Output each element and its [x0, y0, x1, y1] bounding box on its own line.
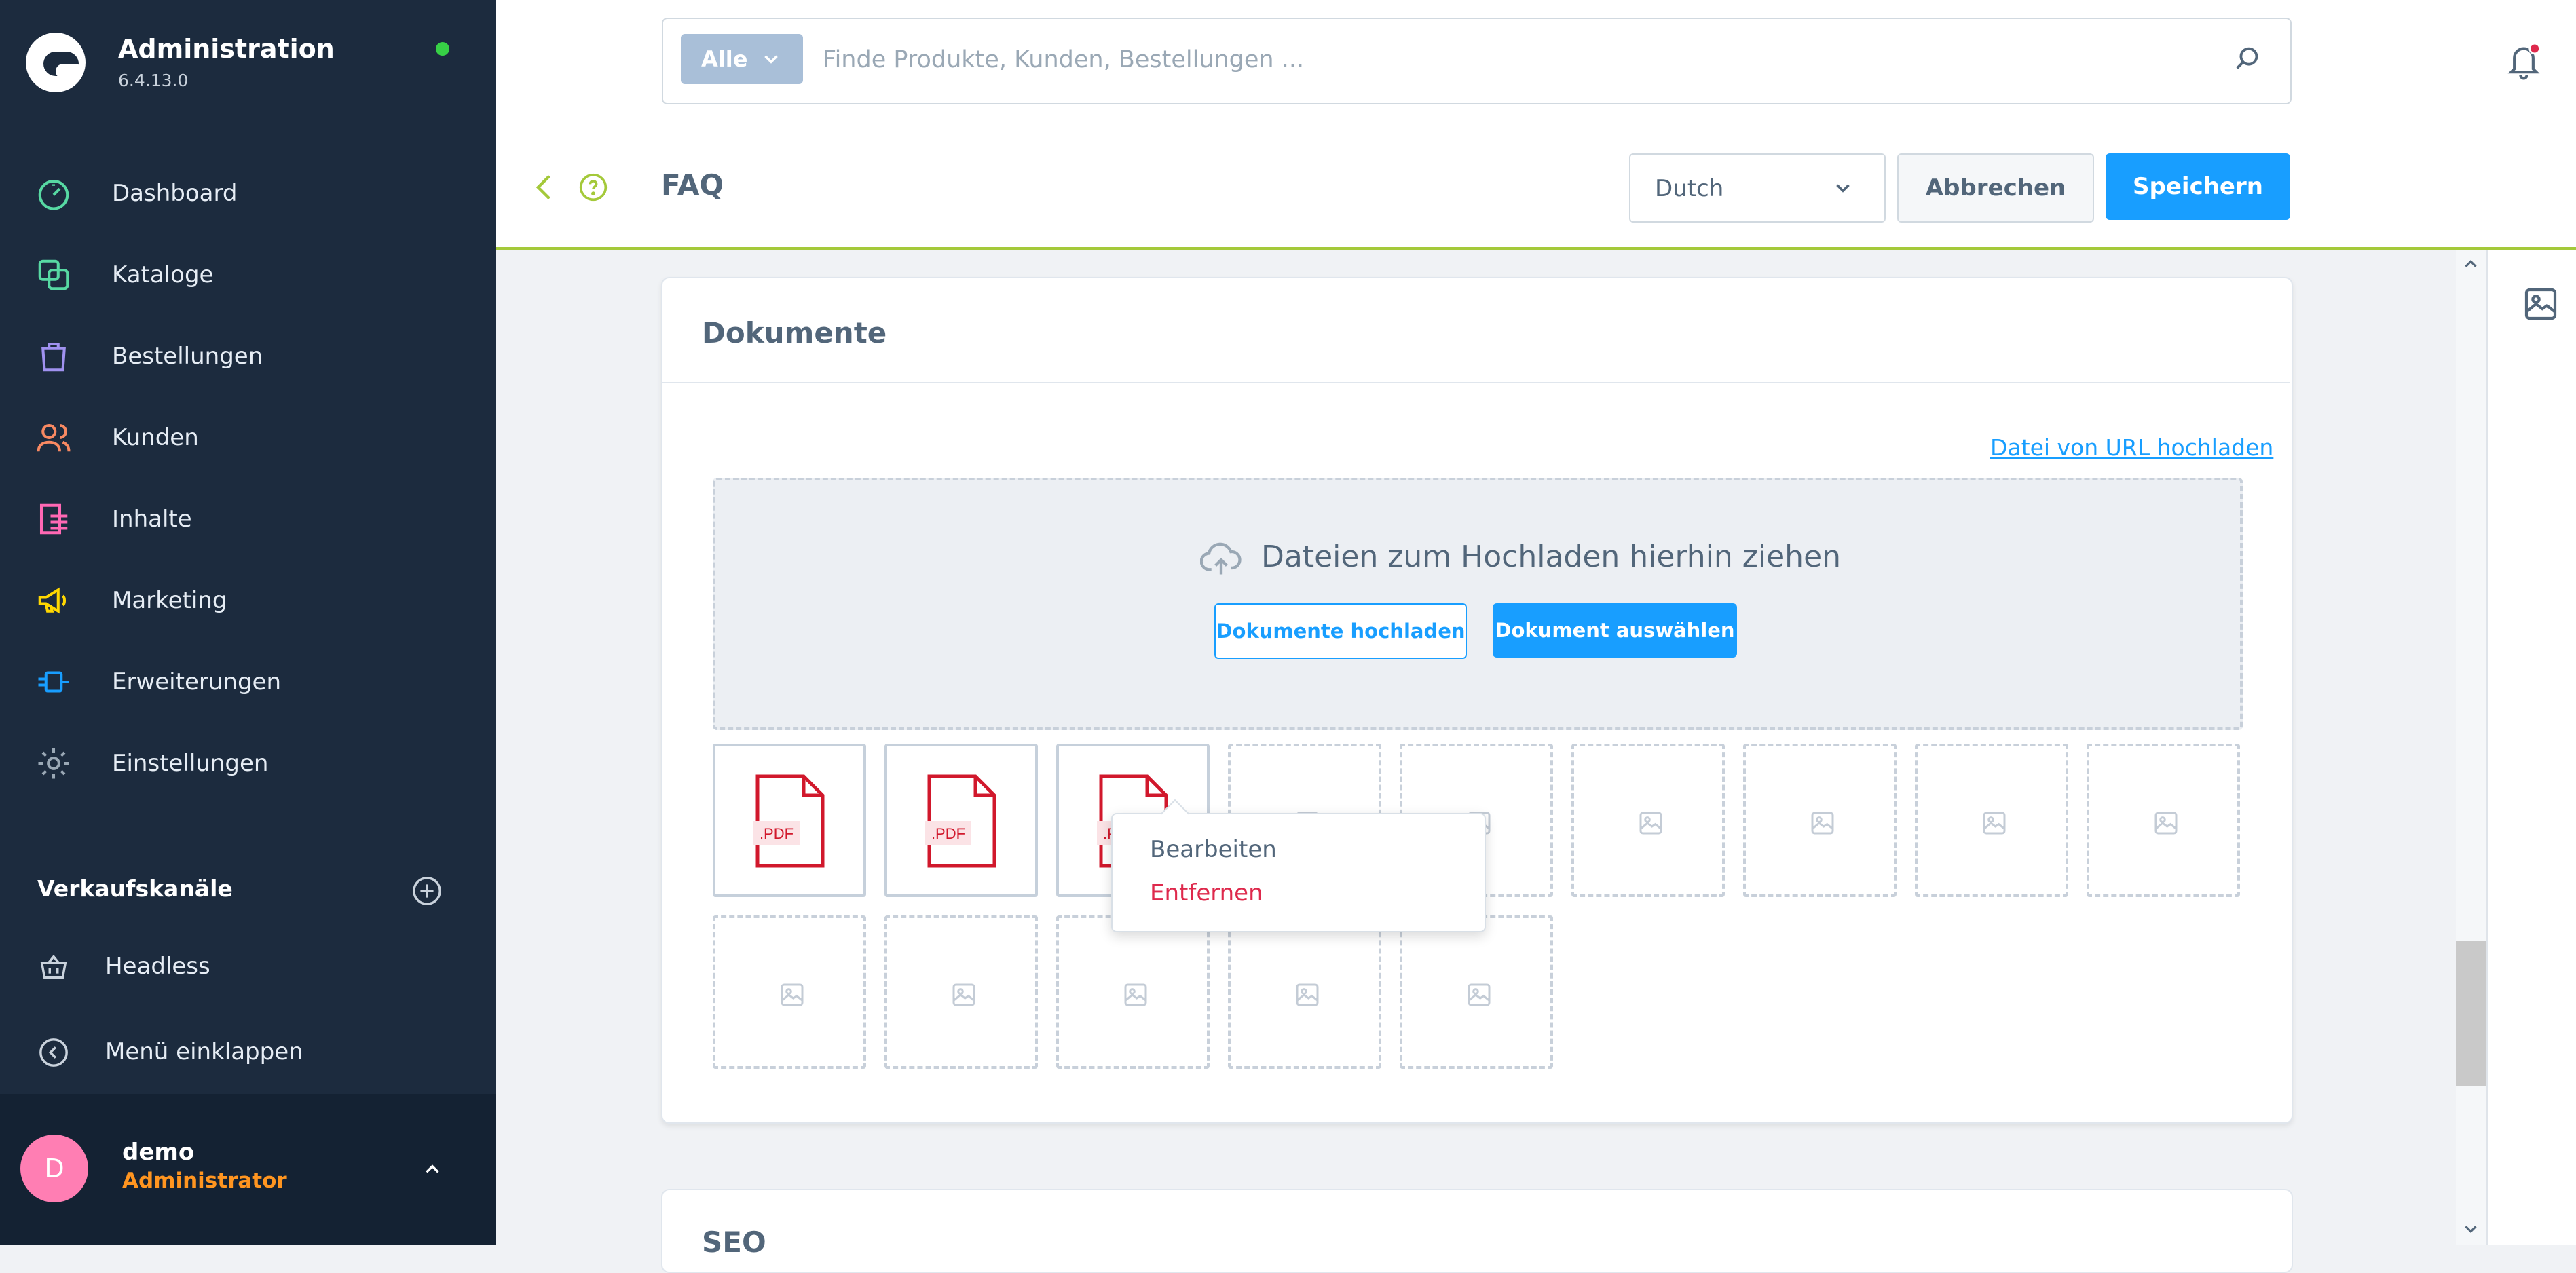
empty-slot: [713, 915, 866, 1069]
help-icon[interactable]: [578, 172, 608, 202]
scroll-down-arrow-icon[interactable]: [2461, 1219, 2481, 1239]
cancel-button[interactable]: Abbrechen: [1897, 153, 2094, 223]
empty-slot: [1915, 744, 2068, 897]
collapse-menu-button[interactable]: Menü einklappen: [0, 1018, 496, 1086]
image-placeholder-icon: [1124, 983, 1147, 1006]
empty-slot: [1571, 744, 1725, 897]
orders-bag-icon: [34, 337, 73, 376]
image-placeholder-icon: [1639, 812, 1662, 835]
extensions-plug-icon: [34, 662, 73, 702]
page-title: FAQ: [661, 168, 724, 202]
online-status-indicator: [436, 42, 449, 56]
image-placeholder-icon: [1983, 812, 2006, 835]
chevron-up-icon[interactable]: [421, 1158, 444, 1181]
image-placeholder-icon: [1468, 983, 1491, 1006]
empty-slot: [1056, 915, 1210, 1069]
empty-slot: [1400, 915, 1553, 1069]
document-thumbnail[interactable]: .PDF: [884, 744, 1038, 897]
chevron-down-icon: [1831, 176, 1854, 200]
back-arrow-icon[interactable]: [533, 172, 556, 202]
pdf-file-icon: .PDF: [753, 774, 825, 868]
sales-channels-title: Verkaufskanäle: [37, 875, 233, 902]
shopware-logo-icon[interactable]: [26, 33, 86, 92]
sidebar-item-extensions[interactable]: Erweiterungen: [0, 645, 496, 719]
collapse-menu-label: Menü einklappen: [105, 1038, 303, 1065]
sidebar-item-label: Inhalte: [112, 506, 192, 533]
upload-from-url-link[interactable]: Datei von URL hochladen: [1990, 434, 2273, 461]
image-placeholder-icon: [781, 983, 804, 1006]
scrollbar[interactable]: [2456, 250, 2486, 1245]
divider: [662, 382, 2290, 383]
empty-slot: [1743, 744, 1897, 897]
document-thumbnail[interactable]: .PDF: [713, 744, 866, 897]
language-select[interactable]: Dutch: [1629, 153, 1886, 223]
search-type-label: Alle: [701, 46, 748, 72]
sidebar-item-label: Bestellungen: [112, 343, 263, 370]
language-select-value: Dutch: [1655, 175, 1724, 202]
content-icon: [34, 499, 73, 539]
basket-icon: [34, 947, 73, 987]
avatar[interactable]: D: [20, 1135, 88, 1202]
collapse-chevron-icon: [34, 1033, 73, 1072]
sidebar-item-dashboard[interactable]: Dashboard: [0, 156, 496, 231]
user-role: Administrator: [122, 1168, 287, 1193]
marketing-megaphone-icon: [34, 581, 73, 620]
settings-gear-icon: [34, 744, 73, 783]
sidebar-item-label: Kataloge: [112, 261, 214, 288]
sidebar-item-label: Marketing: [112, 587, 227, 614]
user-name: demo: [122, 1139, 195, 1166]
search-input[interactable]: [821, 37, 2182, 83]
chevron-down-icon: [760, 48, 783, 71]
sidebar-item-orders[interactable]: Bestellungen: [0, 319, 496, 394]
sidebar-item-customers[interactable]: Kunden: [0, 400, 496, 475]
empty-slot: [2087, 744, 2240, 897]
pdf-file-icon: .PDF: [925, 774, 996, 868]
cloud-upload-icon: [1199, 540, 1242, 580]
context-menu: [1111, 813, 1486, 932]
add-sales-channel-icon[interactable]: [411, 875, 443, 907]
notification-bell-icon[interactable]: [2505, 41, 2543, 81]
image-placeholder-icon: [952, 983, 975, 1006]
context-menu-remove[interactable]: Entfernen: [1150, 879, 1263, 907]
app-title: Administration: [118, 34, 335, 64]
sidebar: Administration 6.4.13.0 Dashboard Katalo…: [0, 0, 496, 1245]
sidebar-item-settings[interactable]: Einstellungen: [0, 726, 496, 801]
scrollbar-thumb[interactable]: [2456, 940, 2486, 1086]
sidebar-item-marketing[interactable]: Marketing: [0, 563, 496, 638]
catalog-icon: [34, 255, 73, 294]
sidebar-item-catalog[interactable]: Kataloge: [0, 238, 496, 312]
sidebar-item-content[interactable]: Inhalte: [0, 482, 496, 556]
pdf-badge: .PDF: [760, 825, 794, 842]
search-type-dropdown[interactable]: Alle: [681, 34, 803, 84]
dropzone-text: Dateien zum Hochladen hierhin ziehen: [1261, 539, 1842, 574]
upload-dropzone[interactable]: [713, 478, 2243, 730]
scroll-up-arrow-icon[interactable]: [2461, 254, 2481, 274]
select-document-button[interactable]: Dokument auswählen: [1493, 603, 1737, 658]
sidebar-item-label: Erweiterungen: [112, 668, 282, 696]
empty-slot: [1228, 915, 1381, 1069]
seo-card: [661, 1189, 2293, 1273]
sales-channel-headless[interactable]: Headless: [0, 932, 496, 1000]
pdf-badge: .PDF: [931, 825, 965, 842]
customers-icon: [34, 418, 73, 457]
search-icon[interactable]: [2232, 43, 2263, 75]
seo-card-title: SEO: [702, 1226, 766, 1259]
sidebar-item-label: Kunden: [112, 424, 199, 451]
sidebar-rail: [2486, 250, 2576, 1245]
image-placeholder-icon: [1296, 983, 1319, 1006]
sales-channel-label: Headless: [105, 953, 210, 980]
documents-card-title: Dokumente: [702, 316, 887, 349]
sidebar-item-label: Einstellungen: [112, 750, 269, 777]
dashboard-gauge-icon: [34, 174, 73, 213]
save-button[interactable]: Speichern: [2106, 153, 2290, 220]
image-placeholder-icon: [2154, 812, 2178, 835]
media-image-icon[interactable]: [2522, 285, 2560, 323]
image-placeholder-icon: [1811, 812, 1834, 835]
context-menu-edit[interactable]: Bearbeiten: [1150, 836, 1277, 863]
sidebar-item-label: Dashboard: [112, 180, 238, 207]
empty-slot: [884, 915, 1038, 1069]
app-version: 6.4.13.0: [118, 71, 189, 90]
upload-documents-button[interactable]: Dokumente hochladen: [1214, 603, 1467, 659]
